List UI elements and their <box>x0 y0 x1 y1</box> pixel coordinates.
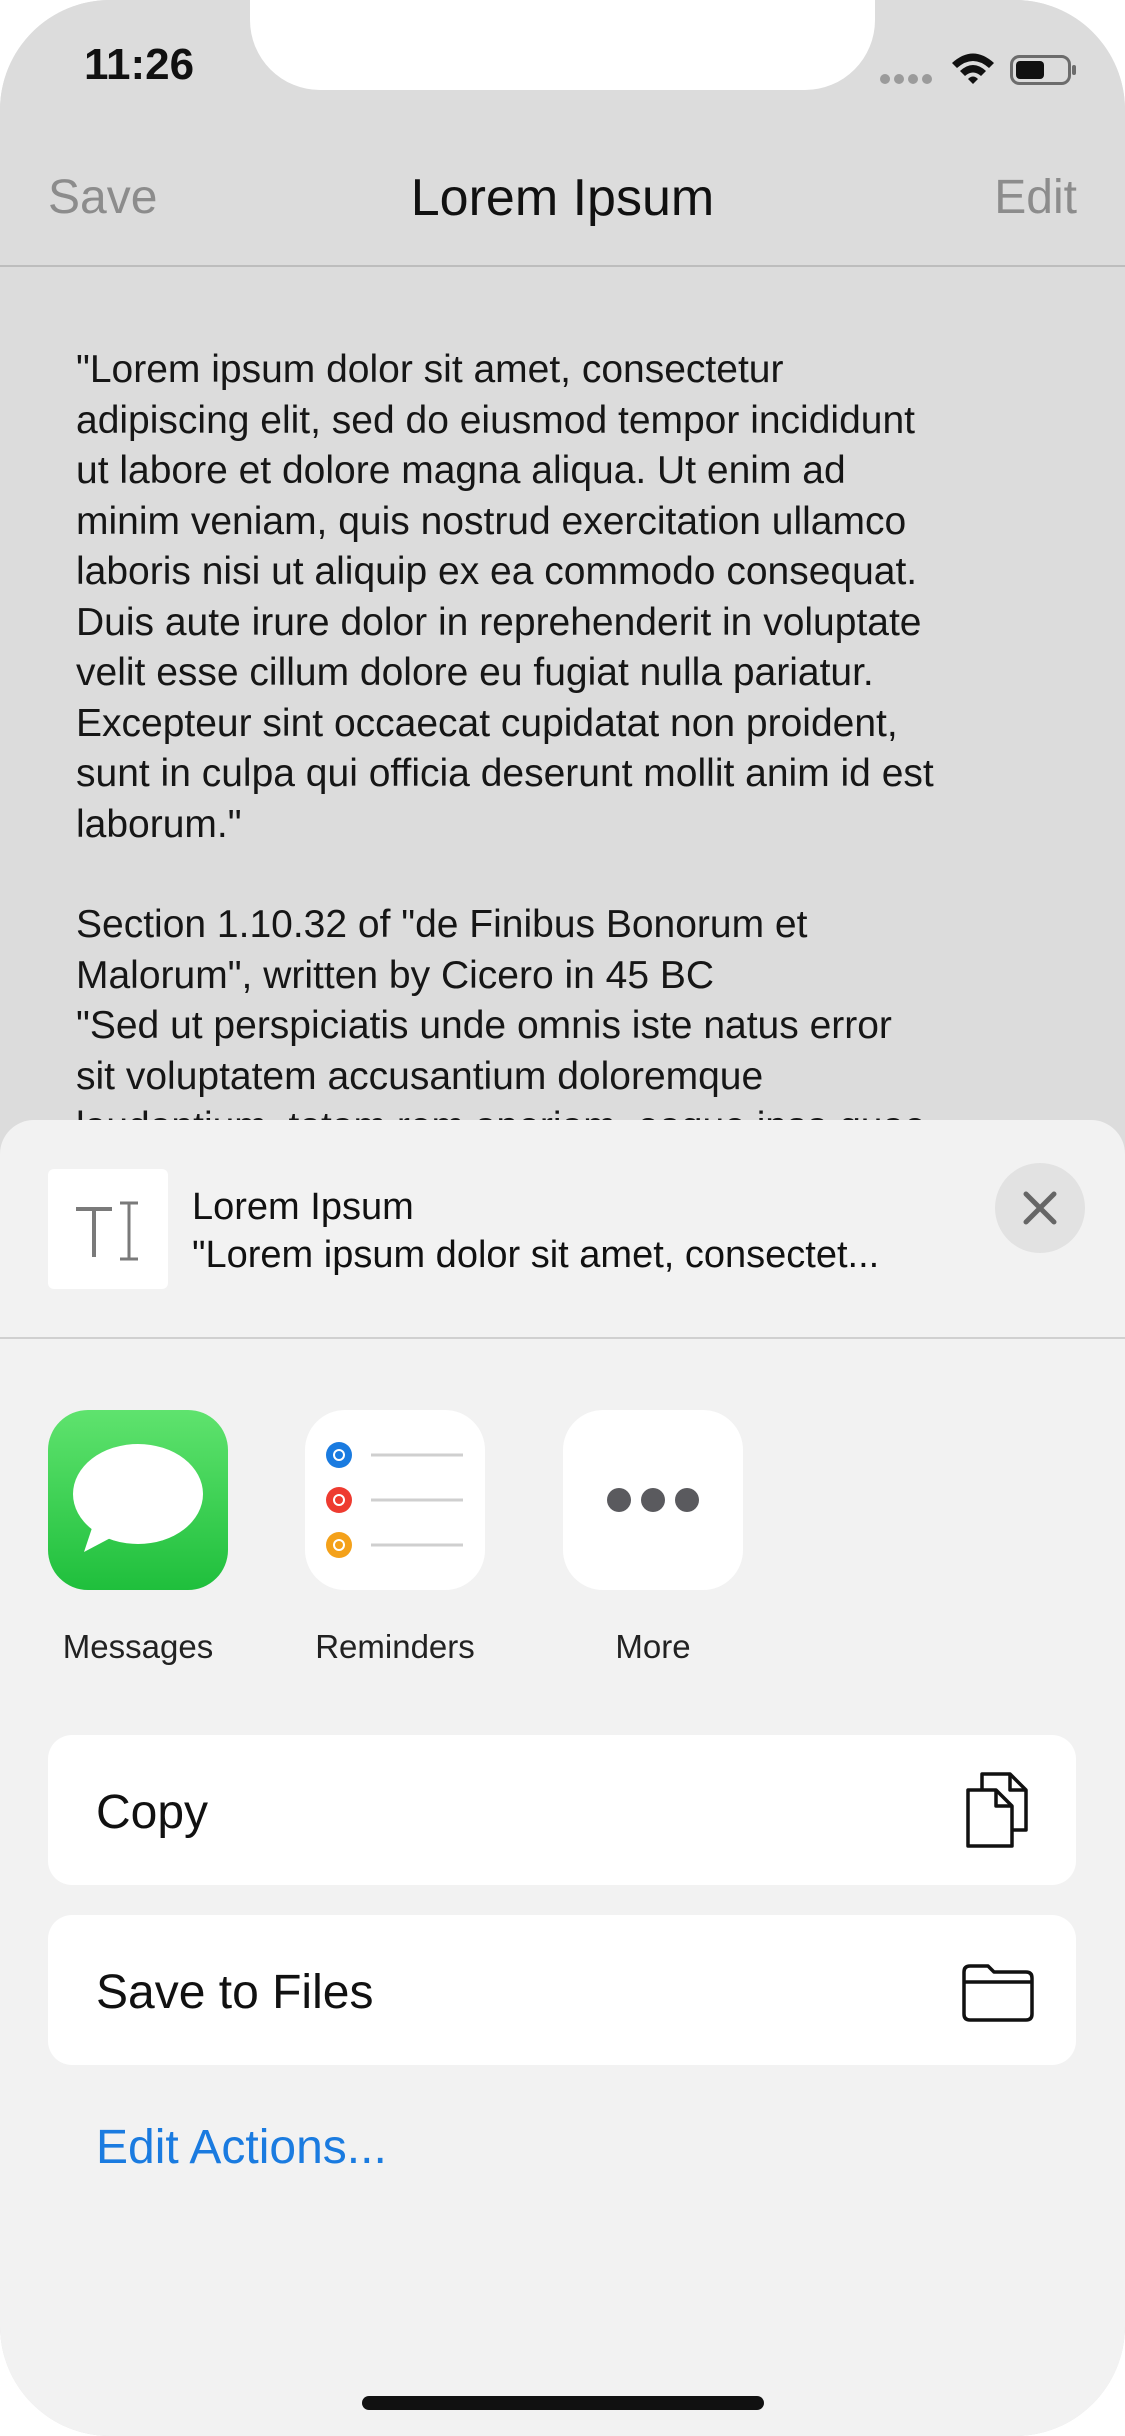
document-text: "Lorem ipsum dolor sit amet, consectetur… <box>76 345 1066 1125</box>
close-icon <box>1023 1191 1057 1225</box>
reminders-icon <box>305 1410 485 1590</box>
wifi-icon <box>952 53 994 84</box>
page-title: Lorem Ipsum <box>410 169 715 227</box>
edit-actions-link[interactable]: Edit Actions... <box>96 2120 387 2175</box>
share-preview-subtitle: "Lorem ipsum dolor sit amet, consectet..… <box>192 1234 880 1276</box>
share-preview-title: Lorem Ipsum <box>192 1186 414 1228</box>
home-indicator[interactable] <box>362 2396 764 2410</box>
save-to-files-action[interactable]: Save to Files <box>48 1915 1076 2065</box>
folder-icon <box>962 1964 1034 2022</box>
share-app-label: Messages <box>62 1628 214 1665</box>
share-app-messages[interactable]: Messages <box>48 1410 228 1665</box>
close-button[interactable] <box>995 1163 1085 1253</box>
document-paragraph: "Lorem ipsum dolor sit amet, consectetur… <box>76 348 934 846</box>
copy-icon <box>966 1772 1028 1848</box>
status-time: 11:26 <box>84 40 195 89</box>
share-app-label: Reminders <box>315 1628 475 1665</box>
more-icon <box>563 1410 743 1590</box>
edit-nav-button[interactable]: Edit <box>994 170 1077 225</box>
battery-icon <box>1010 55 1076 85</box>
action-label: Save to Files <box>96 1966 374 2019</box>
messages-icon <box>48 1410 228 1590</box>
navigation-bar: Save Lorem Ipsum Edit <box>0 150 1125 267</box>
phone-screen: 11:26 Save Lorem Ipsum Edit "Lorem ipsum… <box>0 0 1125 2436</box>
share-app-label: More <box>615 1628 691 1665</box>
share-apps-row: Messages Reminders More <box>0 1410 1125 1665</box>
document-paragraph: Section 1.10.32 of "de Finibus Bonorum e… <box>76 903 926 1125</box>
share-sheet: Lorem Ipsum "Lorem ipsum dolor sit amet,… <box>0 1120 1125 2436</box>
cellular-signal-icon <box>880 74 932 84</box>
action-label: Copy <box>96 1786 209 1839</box>
share-app-more[interactable]: More <box>563 1410 743 1665</box>
copy-action[interactable]: Copy <box>48 1735 1076 1885</box>
device-notch <box>250 0 875 90</box>
share-app-reminders[interactable]: Reminders <box>305 1410 485 1665</box>
share-preview-header: Lorem Ipsum "Lorem ipsum dolor sit amet,… <box>0 1120 1125 1339</box>
text-document-icon <box>48 1169 168 1289</box>
